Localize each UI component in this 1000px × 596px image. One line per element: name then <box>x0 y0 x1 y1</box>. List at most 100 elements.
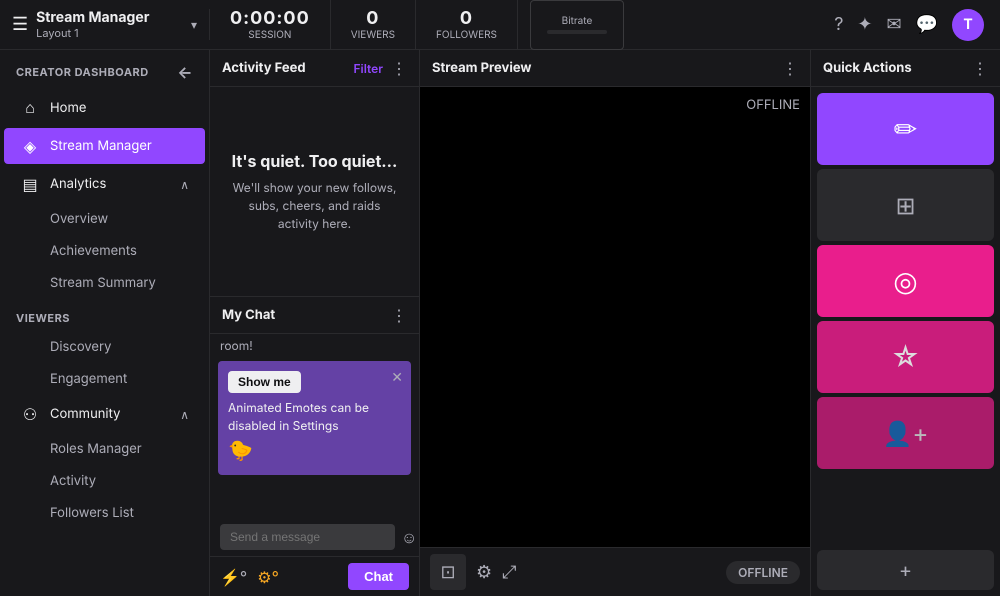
quick-action-buttons: ✏ ⊞ ◎ ☆ 👤+ <box>811 87 1000 550</box>
chat-room-text: room! <box>210 334 419 357</box>
layout-label: Layout 1 <box>36 26 183 40</box>
sidebar-community-label: Community <box>50 406 170 422</box>
hamburger-icon[interactable]: ☰ <box>12 14 28 35</box>
emoji-picker-icon[interactable]: ☺ <box>401 527 417 548</box>
settings-icon[interactable]: ⚙ <box>476 562 492 583</box>
sidebar-sub-followers-list[interactable]: Followers List <box>4 498 205 528</box>
notification-emoji: 🐤 <box>228 435 401 465</box>
topbar-stats: 0:00:00 Session 0 Viewers 0 Followers Bi… <box>210 0 818 58</box>
stream-preview-video: OFFLINE <box>420 87 810 547</box>
activity-empty-title: It's quiet. Too quiet... <box>232 151 398 171</box>
sidebar-section-label: CREATOR DASHBOARD <box>16 65 149 79</box>
plus-icon: + <box>899 558 912 582</box>
chat-header: My Chat ⋮ <box>210 297 419 334</box>
activity-empty-state: It's quiet. Too quiet... We'll show your… <box>210 87 419 296</box>
quick-action-star-button[interactable]: ☆ <box>817 321 994 393</box>
session-stat: 0:00:00 Session <box>210 0 331 50</box>
followers-stat: 0 Followers <box>416 0 518 50</box>
bitrate-bar <box>547 30 607 34</box>
add-user-icon: 👤+ <box>883 419 929 448</box>
stream-preview-panel: Stream Preview ⋮ OFFLINE ⊡ ⚙ ⤢ OFFLINE <box>420 50 810 596</box>
preview-toolbar: ⊡ ⚙ ⤢ OFFLINE <box>420 547 810 596</box>
sidebar-sub-achievements[interactable]: Achievements <box>4 236 205 266</box>
activity-empty-desc: We'll show your new follows, subs, cheer… <box>230 179 399 233</box>
quick-action-overlay-button[interactable]: ◎ <box>817 245 994 317</box>
sidebar-item-analytics[interactable]: ▤ Analytics ∧ <box>4 166 205 202</box>
help-icon[interactable]: ? <box>834 14 843 35</box>
bitrate-stat: Bitrate <box>530 0 624 50</box>
activity-feed-header: Activity Feed Filter ⋮ <box>210 50 419 87</box>
sidebar-section-header: CREATOR DASHBOARD ← <box>0 50 209 88</box>
followers-label: Followers <box>436 29 497 41</box>
chat-bubble-icon[interactable]: 💬 <box>916 14 938 35</box>
app-title-wrap: Stream Manager Layout 1 <box>36 9 183 40</box>
chat-input-row: ☺ <box>210 518 419 556</box>
activity-feed-menu-icon[interactable]: ⋮ <box>391 58 407 78</box>
community-icon: ⚇ <box>20 404 40 424</box>
viewers-section-label: VIEWERS <box>0 299 209 331</box>
chat-settings-icon[interactable]: ⚙° <box>257 567 279 587</box>
sidebar-item-stream-manager[interactable]: ◈ Stream Manager <box>4 128 205 164</box>
activity-feed-title: Activity Feed <box>222 60 346 76</box>
sidebar: CREATOR DASHBOARD ← ⌂ Home ◈ Stream Mana… <box>0 50 210 596</box>
avatar[interactable]: T <box>952 9 984 41</box>
sidebar-sub-stream-summary[interactable]: Stream Summary <box>4 268 205 298</box>
quick-actions-header: Quick Actions ⋮ <box>811 50 1000 87</box>
sidebar-sub-roles-manager[interactable]: Roles Manager <box>4 434 205 464</box>
notification-close-icon[interactable]: ✕ <box>391 367 403 388</box>
followers-value: 0 <box>460 8 473 29</box>
chat-bottom-bar: ⚡° ⚙° Chat <box>210 556 419 596</box>
analytics-icon: ▤ <box>20 174 40 194</box>
offline-text: OFFLINE <box>746 97 800 113</box>
quick-actions-menu-icon[interactable]: ⋮ <box>972 58 988 78</box>
chat-notification: Show me ✕ Animated Emotes can be disable… <box>218 361 411 475</box>
quick-actions-panel: Quick Actions ⋮ ✏ ⊞ ◎ ☆ 👤+ <box>810 50 1000 596</box>
viewers-stat: 0 Viewers <box>331 0 416 50</box>
topbar-icon-row: ? ✦ ✉ 💬 T <box>818 9 1000 41</box>
main-layout: CREATOR DASHBOARD ← ⌂ Home ◈ Stream Mana… <box>0 50 1000 596</box>
show-me-button[interactable]: Show me <box>228 371 301 393</box>
sidebar-stream-manager-label: Stream Manager <box>50 138 189 154</box>
analytics-chevron-icon: ∧ <box>180 177 189 192</box>
session-value: 0:00:00 <box>230 8 310 29</box>
topbar-app-section: ☰ Stream Manager Layout 1 ▾ <box>0 9 210 40</box>
sidebar-sub-overview[interactable]: Overview <box>4 204 205 234</box>
fullscreen-icon[interactable]: ⤢ <box>502 562 516 583</box>
scenes-icon: ⊞ <box>895 191 915 220</box>
sidebar-sub-activity[interactable]: Activity <box>4 466 205 496</box>
quick-actions-title: Quick Actions <box>823 60 972 76</box>
activity-filter-button[interactable]: Filter <box>354 61 384 76</box>
chat-button[interactable]: Chat <box>348 563 409 590</box>
quick-action-scenes-button[interactable]: ⊞ <box>817 169 994 241</box>
community-chevron-icon: ∧ <box>180 407 189 422</box>
chat-menu-icon[interactable]: ⋮ <box>391 305 407 325</box>
mail-icon[interactable]: ✉ <box>886 14 901 35</box>
content-area: Activity Feed Filter ⋮ It's quiet. Too q… <box>210 50 1000 596</box>
bitrate-label: Bitrate <box>562 15 593 27</box>
topbar: ☰ Stream Manager Layout 1 ▾ 0:00:00 Sess… <box>0 0 1000 50</box>
chat-message-input[interactable] <box>220 524 395 550</box>
chat-bot-icon[interactable]: ⚡° <box>220 567 247 587</box>
chat-section: My Chat ⋮ room! Show me ✕ Animated Emote… <box>210 296 419 596</box>
camera-icon[interactable]: ⊡ <box>430 554 466 590</box>
sidebar-sub-engagement[interactable]: Engagement <box>4 364 205 394</box>
sidebar-sub-discovery[interactable]: Discovery <box>4 332 205 362</box>
app-title: Stream Manager <box>36 9 183 26</box>
sparkle-icon[interactable]: ✦ <box>857 14 872 35</box>
left-panel: Activity Feed Filter ⋮ It's quiet. Too q… <box>210 50 420 596</box>
quick-action-add-button[interactable]: + <box>817 550 994 590</box>
quick-action-edit-button[interactable]: ✏ <box>817 93 994 165</box>
sidebar-back-icon[interactable]: ← <box>177 62 193 82</box>
sidebar-analytics-label: Analytics <box>50 176 170 192</box>
quick-action-add-user-button[interactable]: 👤+ <box>817 397 994 469</box>
offline-pill: OFFLINE <box>726 561 800 584</box>
stream-manager-icon: ◈ <box>20 136 40 156</box>
sidebar-item-community[interactable]: ⚇ Community ∧ <box>4 396 205 432</box>
stream-preview-menu-icon[interactable]: ⋮ <box>782 58 798 78</box>
sidebar-item-home[interactable]: ⌂ Home <box>4 89 205 126</box>
session-label: Session <box>248 29 291 41</box>
layout-chevron-icon[interactable]: ▾ <box>191 17 197 32</box>
overlay-icon: ◎ <box>893 264 917 298</box>
home-icon: ⌂ <box>20 97 40 118</box>
viewers-value: 0 <box>366 8 379 29</box>
